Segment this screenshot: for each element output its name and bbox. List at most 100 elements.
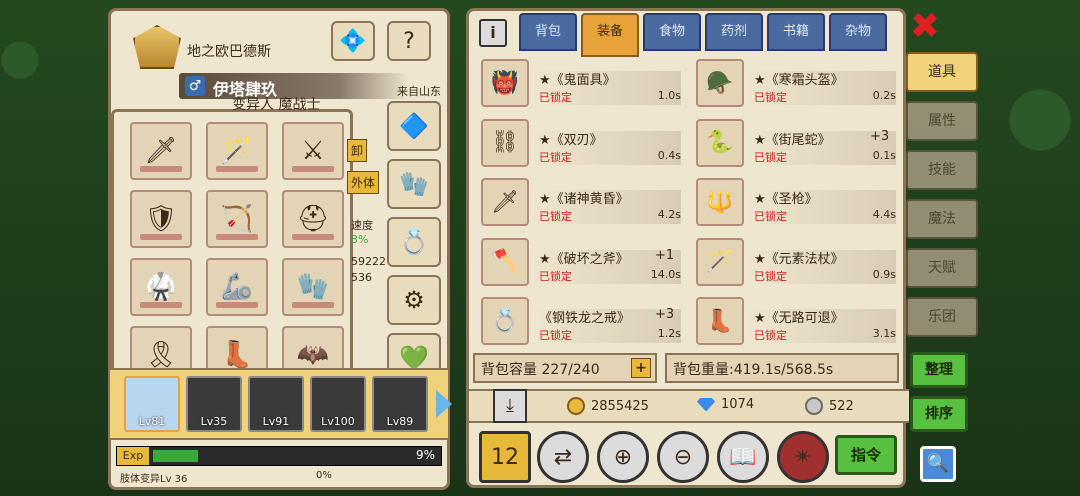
inventory-item[interactable]: ⛓ ★《双刃》 已锁定 0.4s bbox=[477, 118, 682, 169]
party-member-4[interactable]: Lv100 bbox=[310, 376, 366, 432]
party-member-5[interactable]: Lv89 bbox=[372, 376, 428, 432]
menu-item-5[interactable]: 乐团 bbox=[906, 297, 978, 337]
number-order-icon[interactable]: 12 bbox=[479, 431, 531, 483]
stat-value-1: 59222 bbox=[351, 255, 386, 268]
capacity-box: 背包容量 227/240 + bbox=[473, 353, 657, 383]
party-member-level: Lv100 bbox=[321, 415, 355, 428]
inventory-item[interactable]: 🗡 ★《诸神黄昏》 已锁定 4.2s bbox=[477, 178, 682, 228]
item-list: 👹 ★《鬼面具》 已锁定 1.0s 🪖 ★《寒霜头盔》 已锁定 0.2s ⛓ ★《双… bbox=[477, 59, 897, 349]
magic-circle-icon[interactable]: ✴ bbox=[777, 431, 829, 483]
tab-1[interactable]: 装备 bbox=[581, 13, 639, 57]
tab-3[interactable]: 药剂 bbox=[705, 13, 763, 51]
command-button[interactable]: 指令 bbox=[835, 435, 897, 475]
close-icon[interactable]: ✖ bbox=[908, 9, 942, 46]
bottom-toolbar: 12 ⇄ ⊕ ⊖ 📖 ✴ 指令 bbox=[479, 431, 899, 487]
inventory-item[interactable]: 💍 《钢铁龙之戒》 +3 已锁定 1.2s bbox=[477, 297, 682, 347]
mutation-label: 肢体变异Lv 36 bbox=[120, 474, 188, 485]
item-weight: 4.2s bbox=[657, 208, 681, 222]
chest-icon[interactable]: 🥋 bbox=[130, 258, 192, 316]
item-lock-status: 已锁定 bbox=[754, 269, 787, 283]
item-lock-status: 已锁定 bbox=[539, 91, 572, 104]
menu-item-0[interactable]: 道具 bbox=[906, 52, 978, 92]
side-menu: 道具属性技能魔法天赋乐团 bbox=[906, 52, 978, 346]
item-name: ★《双刃》 bbox=[539, 132, 603, 148]
axe-icon: 🪓 bbox=[481, 237, 529, 286]
search-plus-icon[interactable]: ⊕ bbox=[597, 431, 649, 483]
item-lock-status: 已锁定 bbox=[539, 210, 572, 224]
claw-icon[interactable]: 🦾 bbox=[206, 258, 268, 316]
inventory-panel: i 背包 装备 食物 药剂 书籍 杂物 👹 ★《鬼面具》 已锁定 1.0s 🪖 ★《寒霜头盔… bbox=[466, 8, 909, 488]
item-name: ★《寒霜头盔》 bbox=[754, 73, 844, 88]
ring-icon[interactable]: 💍 bbox=[387, 217, 441, 267]
sort-button[interactable]: 整理 bbox=[910, 352, 968, 388]
item-lock-status: 已锁定 bbox=[754, 210, 787, 224]
tab-2[interactable]: 食物 bbox=[643, 13, 701, 51]
item-name: ★《鬼面具》 bbox=[539, 73, 616, 88]
swap-icon[interactable]: ⇄ bbox=[537, 431, 589, 483]
inventory-item[interactable]: 🪖 ★《寒霜头盔》 已锁定 0.2s bbox=[692, 59, 897, 109]
gold-coin-icon bbox=[567, 397, 585, 415]
armor-icon[interactable]: 🛡 bbox=[130, 190, 192, 248]
silver-coin-icon bbox=[805, 397, 823, 415]
amulet-icon[interactable]: 🔷 bbox=[387, 101, 441, 151]
party-member-3[interactable]: Lv91 bbox=[248, 376, 304, 432]
item-name: ★《无路可退》 bbox=[754, 311, 844, 327]
party-next-arrow-icon[interactable] bbox=[436, 390, 452, 418]
external-tag[interactable]: 外体 bbox=[347, 171, 380, 194]
menu-item-2[interactable]: 技能 bbox=[906, 150, 978, 190]
info-icon[interactable]: i bbox=[479, 19, 507, 47]
exp-label: Exp bbox=[117, 447, 149, 465]
inventory-item[interactable]: 👢 ★《无路可退》 已锁定 3.1s bbox=[692, 297, 897, 347]
bracer-icon[interactable]: ⚙ bbox=[387, 275, 441, 325]
wand-icon: 🪄 bbox=[696, 237, 744, 286]
search-icon[interactable]: 🔍 bbox=[920, 446, 956, 482]
party-member-1[interactable]: Lv81 bbox=[124, 376, 180, 432]
crystal-icon[interactable]: 💠 bbox=[331, 21, 375, 61]
order-button[interactable]: 排序 bbox=[910, 396, 968, 432]
item-lock-status: 已锁定 bbox=[539, 150, 572, 164]
inventory-item[interactable]: 🔱 ★《圣枪》 已锁定 4.4s bbox=[692, 178, 897, 228]
inventory-item[interactable]: 🐍 ★《街尾蛇》 +3 已锁定 0.1s bbox=[692, 118, 897, 169]
menu-item-1[interactable]: 属性 bbox=[906, 101, 978, 141]
accessory-column: 🔷 🧤 💍 ⚙ 💚 bbox=[387, 101, 447, 391]
tab-0[interactable]: 背包 bbox=[519, 13, 577, 51]
stat-value-2: 536 bbox=[351, 271, 372, 284]
inventory-item[interactable]: 👹 ★《鬼面具》 已锁定 1.0s bbox=[477, 59, 682, 109]
item-plus: +1 bbox=[655, 247, 675, 263]
download-icon[interactable]: ⤓ bbox=[493, 389, 527, 423]
item-lock-status: 已锁定 bbox=[539, 329, 572, 343]
party-bar: Lv81 Lv35 Lv91 Lv100 Lv89 bbox=[108, 368, 450, 440]
inventory-item[interactable]: 🪄 ★《元素法杖》 已锁定 0.9s bbox=[692, 237, 897, 288]
unequip-tag[interactable]: 卸 bbox=[347, 139, 368, 162]
expand-capacity-button[interactable]: + bbox=[631, 358, 651, 378]
sword-icon[interactable]: 🗡 bbox=[130, 122, 192, 180]
staff-icon[interactable]: 🪄 bbox=[206, 122, 268, 180]
title-badge-icon bbox=[133, 25, 181, 69]
tab-5[interactable]: 杂物 bbox=[829, 13, 887, 51]
inventory-item[interactable]: 🪓 ★《破坏之斧》 +1 已锁定 14.0s bbox=[477, 237, 682, 288]
item-name: ★《元素法杖》 bbox=[754, 251, 844, 267]
item-weight: 0.4s bbox=[657, 148, 681, 162]
item-lock-status: 已锁定 bbox=[754, 150, 787, 164]
party-member-2[interactable]: Lv35 bbox=[186, 376, 242, 432]
gender-icon: ♂ bbox=[185, 76, 205, 96]
tab-4[interactable]: 书籍 bbox=[767, 13, 825, 51]
bow-icon[interactable]: 🏹 bbox=[206, 190, 268, 248]
gauntlet-icon[interactable]: 🧤 bbox=[282, 258, 344, 316]
book-icon[interactable]: 📖 bbox=[717, 431, 769, 483]
blades-icon: ⛓ bbox=[481, 118, 529, 167]
menu-item-3[interactable]: 魔法 bbox=[906, 199, 978, 239]
item-name: ★《街尾蛇》 bbox=[754, 132, 831, 148]
weight-text: 背包重量:419.1s/568.5s bbox=[673, 362, 834, 378]
diamond-icon bbox=[697, 397, 715, 412]
menu-item-4[interactable]: 天赋 bbox=[906, 248, 978, 288]
silver-display: 522 bbox=[805, 397, 854, 415]
search-minus-icon[interactable]: ⊖ bbox=[657, 431, 709, 483]
helmet-icon: 🪖 bbox=[696, 59, 744, 107]
ring-icon: 💍 bbox=[481, 297, 529, 346]
helm-icon[interactable]: ⛑ bbox=[282, 190, 344, 248]
scythe-icon[interactable]: ⚔ bbox=[282, 122, 344, 180]
glove-icon[interactable]: 🧤 bbox=[387, 159, 441, 209]
hanger-icon[interactable]: ? bbox=[387, 21, 431, 61]
mutation-bar: 肢体变异Lv 36 0% bbox=[116, 468, 442, 485]
